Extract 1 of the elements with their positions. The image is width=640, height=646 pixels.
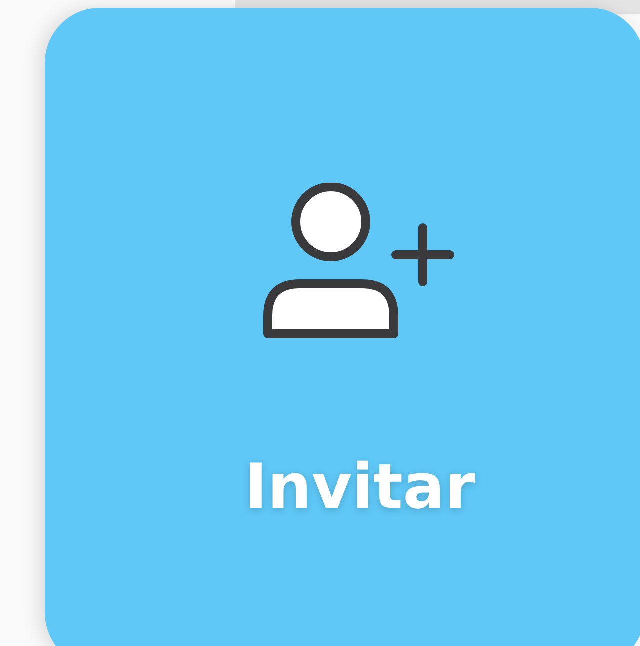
invite-button[interactable]: Invitar: [45, 8, 640, 646]
